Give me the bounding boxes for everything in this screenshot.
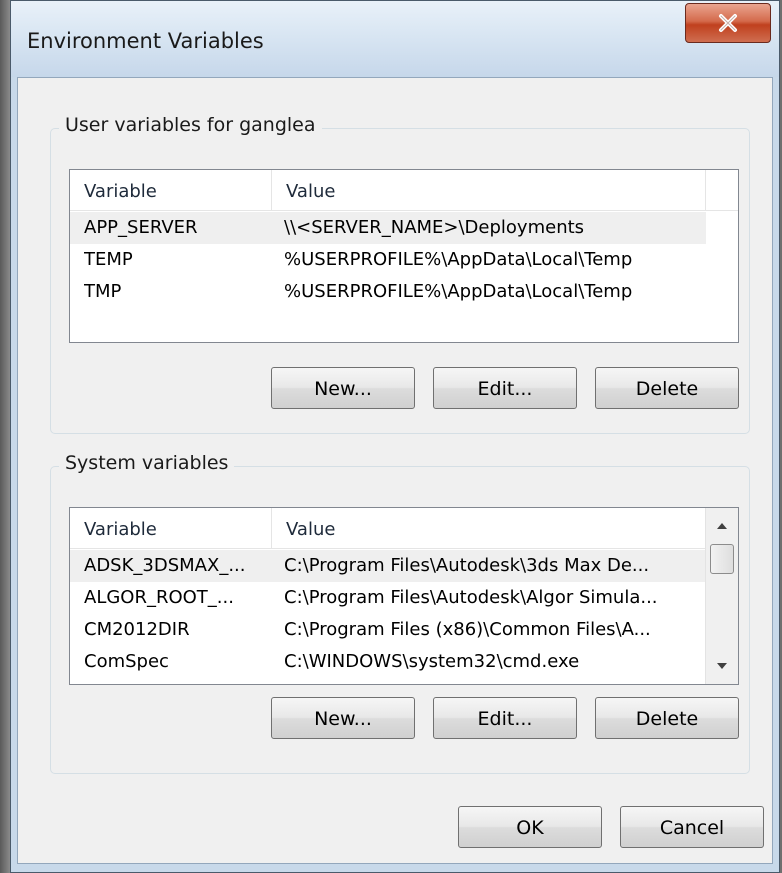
column-header-value[interactable]: Value (272, 508, 706, 548)
list-item[interactable]: ADSK_3DSMAX_... C:\Program Files\Autodes… (70, 550, 706, 582)
scroll-thumb[interactable] (710, 544, 734, 574)
list-item[interactable]: APP_SERVER \\<SERVER_NAME>\Deployments (70, 212, 706, 244)
variable-name: ComSpec (84, 651, 169, 672)
list-item[interactable]: ComSpec C:\WINDOWS\system32\cmd.exe (70, 646, 706, 678)
user-variables-label: User variables for ganglea (59, 114, 322, 136)
variable-value: C:\WINDOWS\system32\cmd.exe (284, 651, 580, 672)
close-button[interactable] (685, 3, 771, 43)
user-edit-button[interactable]: Edit... (433, 367, 577, 409)
desktop-background (0, 0, 10, 873)
system-variables-group: System variables Variable Value ADSK_3DS… (50, 452, 750, 774)
ok-button[interactable]: OK (458, 806, 602, 848)
user-variables-list[interactable]: Variable Value APP_SERVER \\<SERVER_NAME… (69, 169, 739, 343)
user-variables-list-header: Variable Value (70, 170, 738, 211)
variable-value: C:\Program Files\Autodesk\3ds Max De... (284, 555, 650, 576)
variable-name: APP_SERVER (84, 217, 198, 238)
scroll-up-arrow-icon (717, 523, 727, 529)
system-variables-scrollbar[interactable] (705, 508, 738, 684)
user-variables-group: User variables for ganglea Variable Valu… (50, 114, 750, 434)
column-header-variable[interactable]: Variable (70, 170, 272, 210)
system-new-button[interactable]: New... (271, 697, 415, 739)
environment-variables-dialog: Environment Variables User variables for… (10, 0, 780, 873)
system-delete-button[interactable]: Delete (595, 697, 739, 739)
system-variables-list[interactable]: Variable Value ADSK_3DSMAX_... C:\Progra… (69, 507, 739, 685)
variable-name: CM2012DIR (84, 619, 190, 640)
system-variables-list-header: Variable Value (70, 508, 706, 549)
scroll-up-button[interactable] (706, 510, 738, 542)
title-bar[interactable]: Environment Variables (11, 1, 779, 77)
cancel-button[interactable]: Cancel (620, 806, 764, 848)
system-variables-label: System variables (59, 452, 235, 474)
variable-name: ADSK_3DSMAX_... (84, 555, 246, 576)
variable-value: %USERPROFILE%\AppData\Local\Temp (284, 281, 633, 302)
scroll-down-arrow-icon (717, 663, 727, 669)
list-item[interactable]: CM2012DIR C:\Program Files (x86)\Common … (70, 614, 706, 646)
list-item[interactable]: TEMP %USERPROFILE%\AppData\Local\Temp (70, 244, 706, 276)
user-delete-button[interactable]: Delete (595, 367, 739, 409)
user-new-button[interactable]: New... (271, 367, 415, 409)
window-title: Environment Variables (27, 29, 264, 53)
variable-value: \\<SERVER_NAME>\Deployments (284, 217, 585, 238)
variable-value: C:\Program Files (x86)\Common Files\A... (284, 619, 651, 640)
list-item[interactable]: TMP %USERPROFILE%\AppData\Local\Temp (70, 276, 706, 308)
column-header-value[interactable]: Value (272, 170, 706, 210)
variable-name: ALGOR_ROOT_... (84, 587, 234, 608)
variable-value: C:\Program Files\Autodesk\Algor Simula..… (284, 587, 658, 608)
list-item[interactable]: ALGOR_ROOT_... C:\Program Files\Autodesk… (70, 582, 706, 614)
variable-name: TEMP (84, 249, 133, 270)
system-edit-button[interactable]: Edit... (433, 697, 577, 739)
scroll-down-button[interactable] (706, 650, 738, 682)
variable-value: %USERPROFILE%\AppData\Local\Temp (284, 249, 633, 270)
close-icon (719, 14, 737, 32)
dialog-client-area: User variables for ganglea Variable Valu… (17, 77, 773, 864)
column-header-variable[interactable]: Variable (70, 508, 272, 548)
variable-name: TMP (84, 281, 122, 302)
